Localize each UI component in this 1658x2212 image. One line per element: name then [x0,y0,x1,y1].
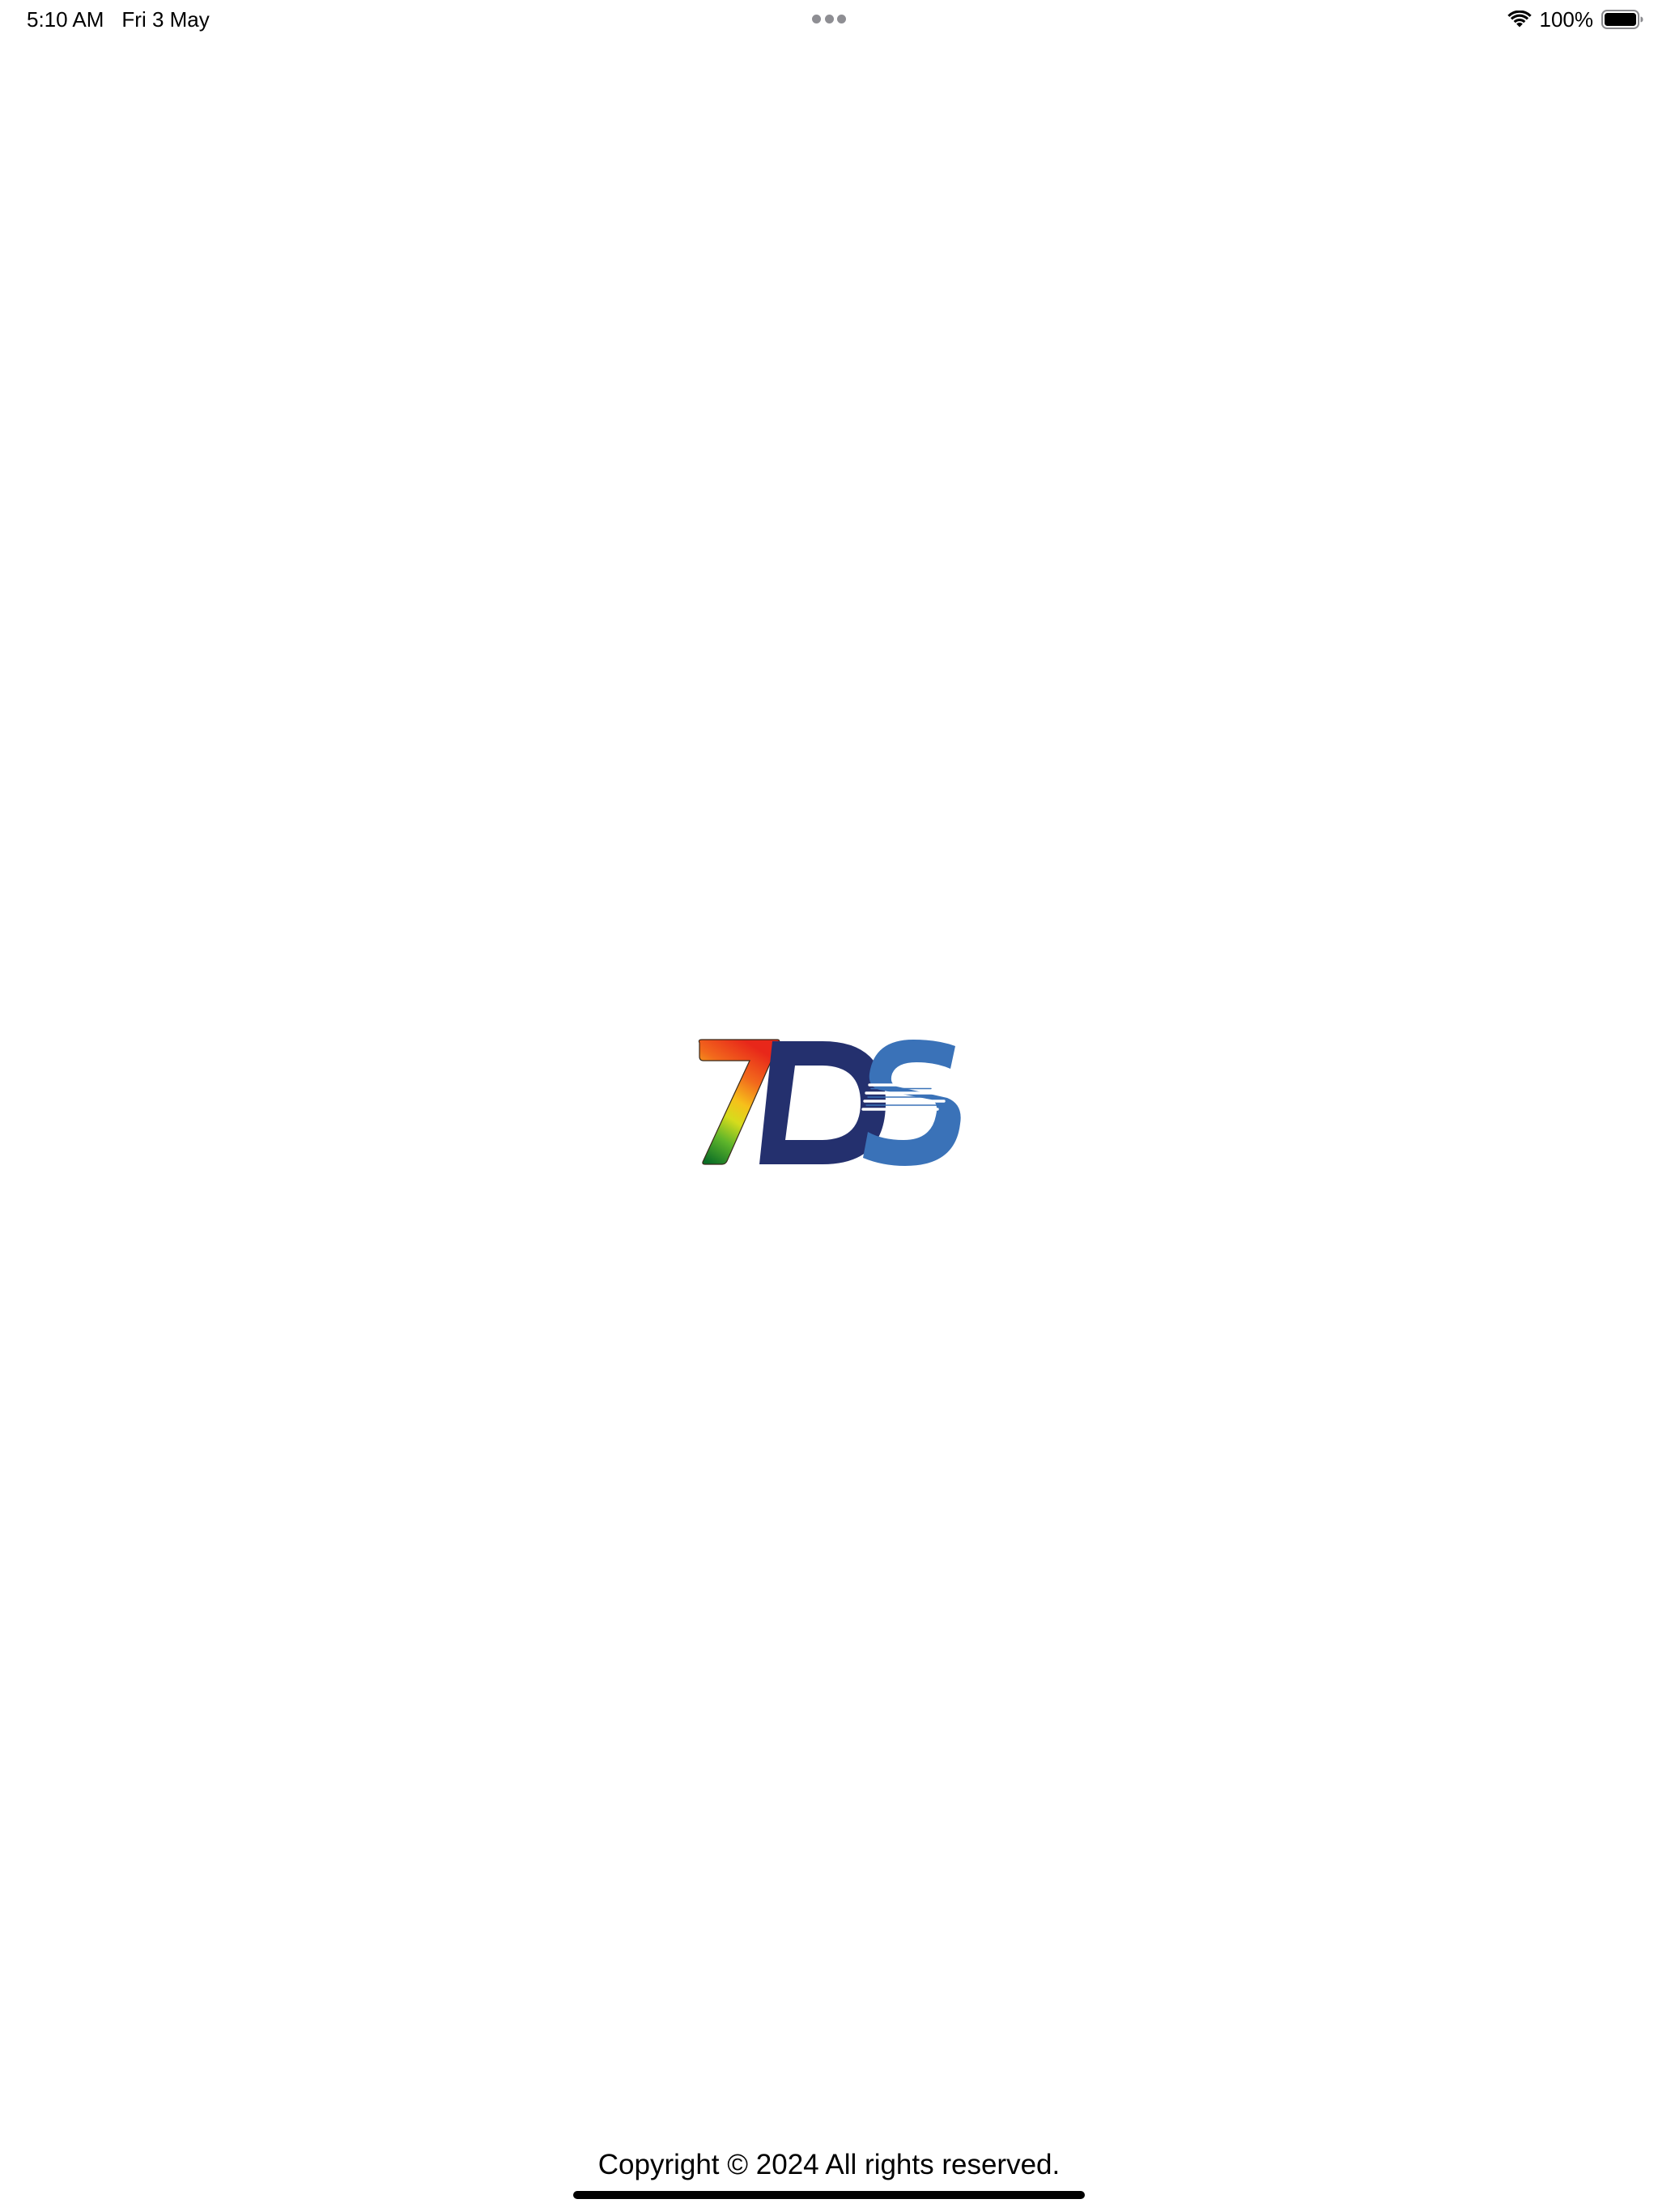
status-bar: 5:10 AM Fri 3 May 100% [0,0,1658,39]
copyright-text: Copyright © 2024 All rights reserved. [597,2149,1061,2180]
status-time: 5:10 AM [27,7,104,32]
multitasking-dots-icon[interactable] [812,14,846,23]
wifi-icon [1507,11,1532,28]
status-time-date: 5:10 AM Fri 3 May [27,6,210,32]
battery-icon [1601,10,1643,29]
home-indicator[interactable] [573,2191,1085,2199]
status-indicators: 100% [1507,6,1644,32]
status-date: Fri 3 May [121,7,210,32]
7ds-logo [698,1039,961,1166]
battery-percentage: 100% [1539,7,1594,32]
